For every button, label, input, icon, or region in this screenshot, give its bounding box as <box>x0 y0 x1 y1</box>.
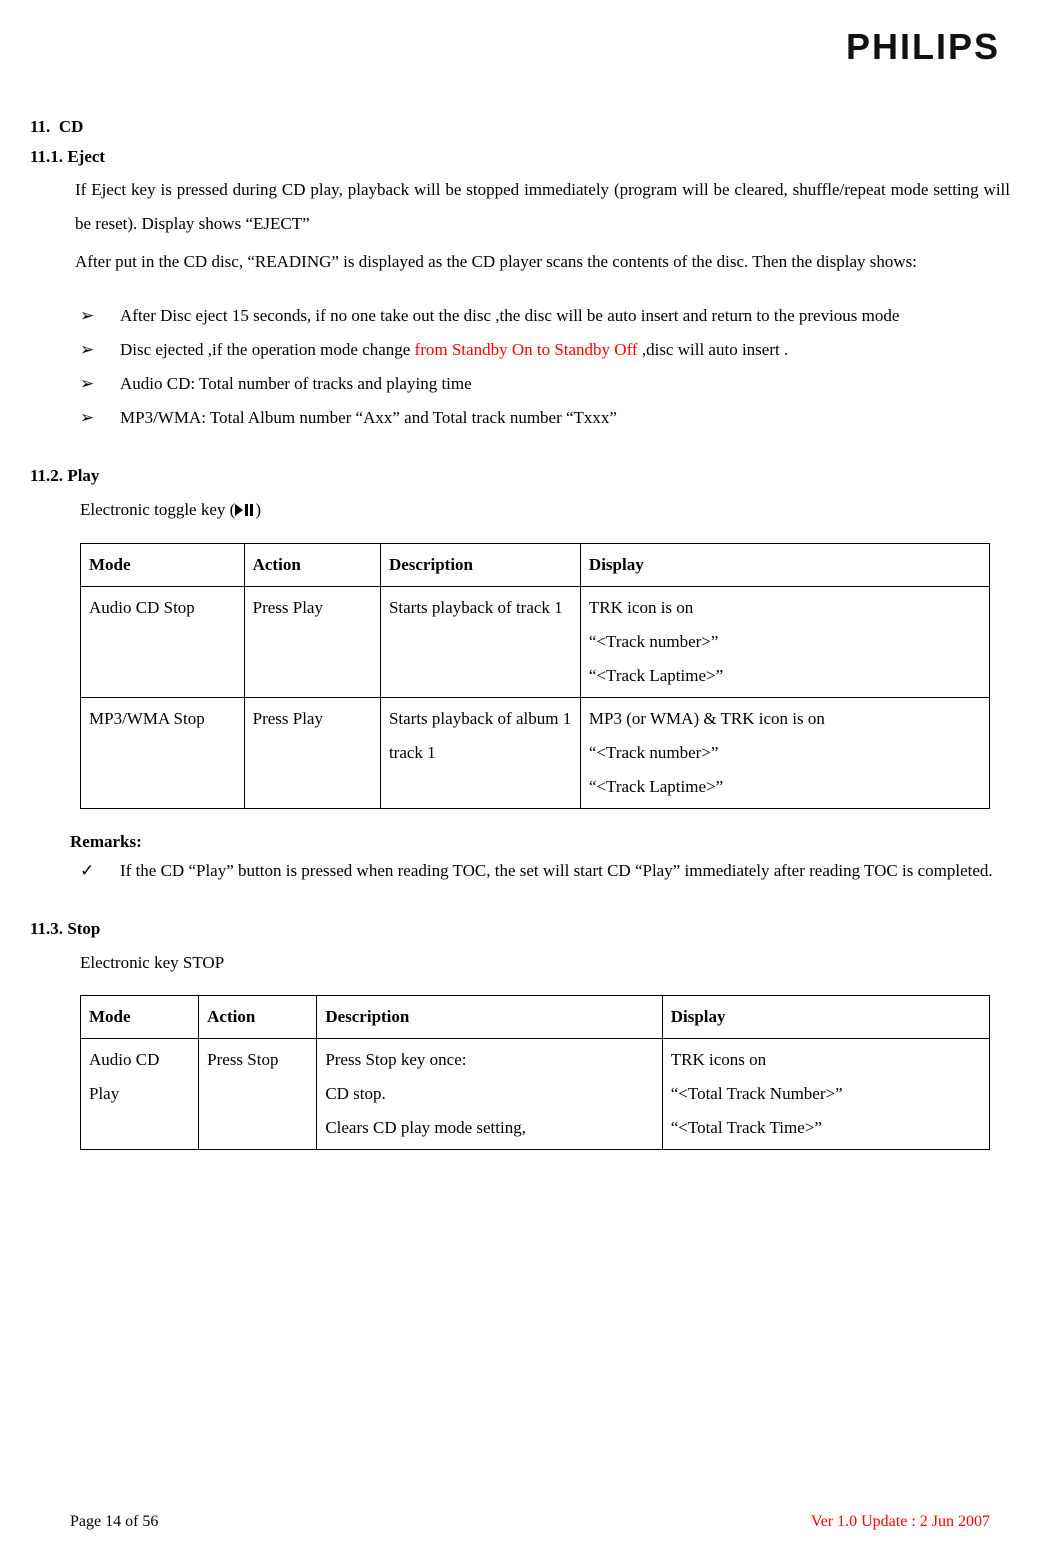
eject-para-1: If Eject key is pressed during CD play, … <box>75 173 1010 241</box>
section-11-1-title: 11.1. Eject <box>30 144 1010 170</box>
stop-key-desc: Electronic key STOP <box>80 946 1010 980</box>
table-header: Display <box>580 543 989 586</box>
page-number: Page 14 of 56 <box>70 1510 158 1534</box>
eject-para-2: After put in the CD disc, “READING” is d… <box>75 245 1010 279</box>
bullet-icon: ➢ <box>80 299 120 333</box>
table-header: Mode <box>81 995 199 1038</box>
remarks-title: Remarks: <box>70 829 1010 855</box>
bullet-icon: ➢ <box>80 367 120 401</box>
list-item: ➢ MP3/WMA: Total Album number “Axx” and … <box>80 401 1010 435</box>
version-info: Ver 1.0 Update : 2 Jun 2007 <box>811 1510 990 1534</box>
play-table: Mode Action Description Display Audio CD… <box>80 543 990 809</box>
page-footer: Page 14 of 56 Ver 1.0 Update : 2 Jun 200… <box>70 1510 990 1534</box>
table-header: Description <box>380 543 580 586</box>
list-item: ➢ After Disc eject 15 seconds, if no one… <box>80 299 1010 333</box>
check-icon: ✓ <box>80 854 120 888</box>
section-11-2-title: 11.2. Play <box>30 463 1010 489</box>
table-header: Action <box>244 543 380 586</box>
table-header-row: Mode Action Description Display <box>81 995 990 1038</box>
table-header: Display <box>662 995 989 1038</box>
list-item: ✓ If the CD “Play” button is pressed whe… <box>80 854 1010 888</box>
table-header: Action <box>199 995 317 1038</box>
remarks-list: ✓ If the CD “Play” button is pressed whe… <box>80 854 1010 888</box>
section-11-3-title: 11.3. Stop <box>30 916 1010 942</box>
play-pause-icon <box>235 494 255 528</box>
eject-bullet-list: ➢ After Disc eject 15 seconds, if no one… <box>80 299 1010 435</box>
table-row: Audio CD Stop Press Play Starts playback… <box>81 586 990 697</box>
bullet-icon: ➢ <box>80 401 120 435</box>
table-row: Audio CD Play Press Stop Press Stop key … <box>81 1038 990 1149</box>
section-11-title: 11. CD <box>30 114 1010 140</box>
table-header: Mode <box>81 543 245 586</box>
list-item: ➢ Audio CD: Total number of tracks and p… <box>80 367 1010 401</box>
philips-logo: PHILIPS <box>30 20 1010 74</box>
stop-table: Mode Action Description Display Audio CD… <box>80 995 990 1150</box>
play-key-desc: Electronic toggle key () <box>80 493 1010 528</box>
table-header: Description <box>317 995 662 1038</box>
table-row: MP3/WMA Stop Press Play Starts playback … <box>81 697 990 808</box>
table-header-row: Mode Action Description Display <box>81 543 990 586</box>
list-item: ➢ Disc ejected ,if the operation mode ch… <box>80 333 1010 367</box>
bullet-icon: ➢ <box>80 333 120 367</box>
